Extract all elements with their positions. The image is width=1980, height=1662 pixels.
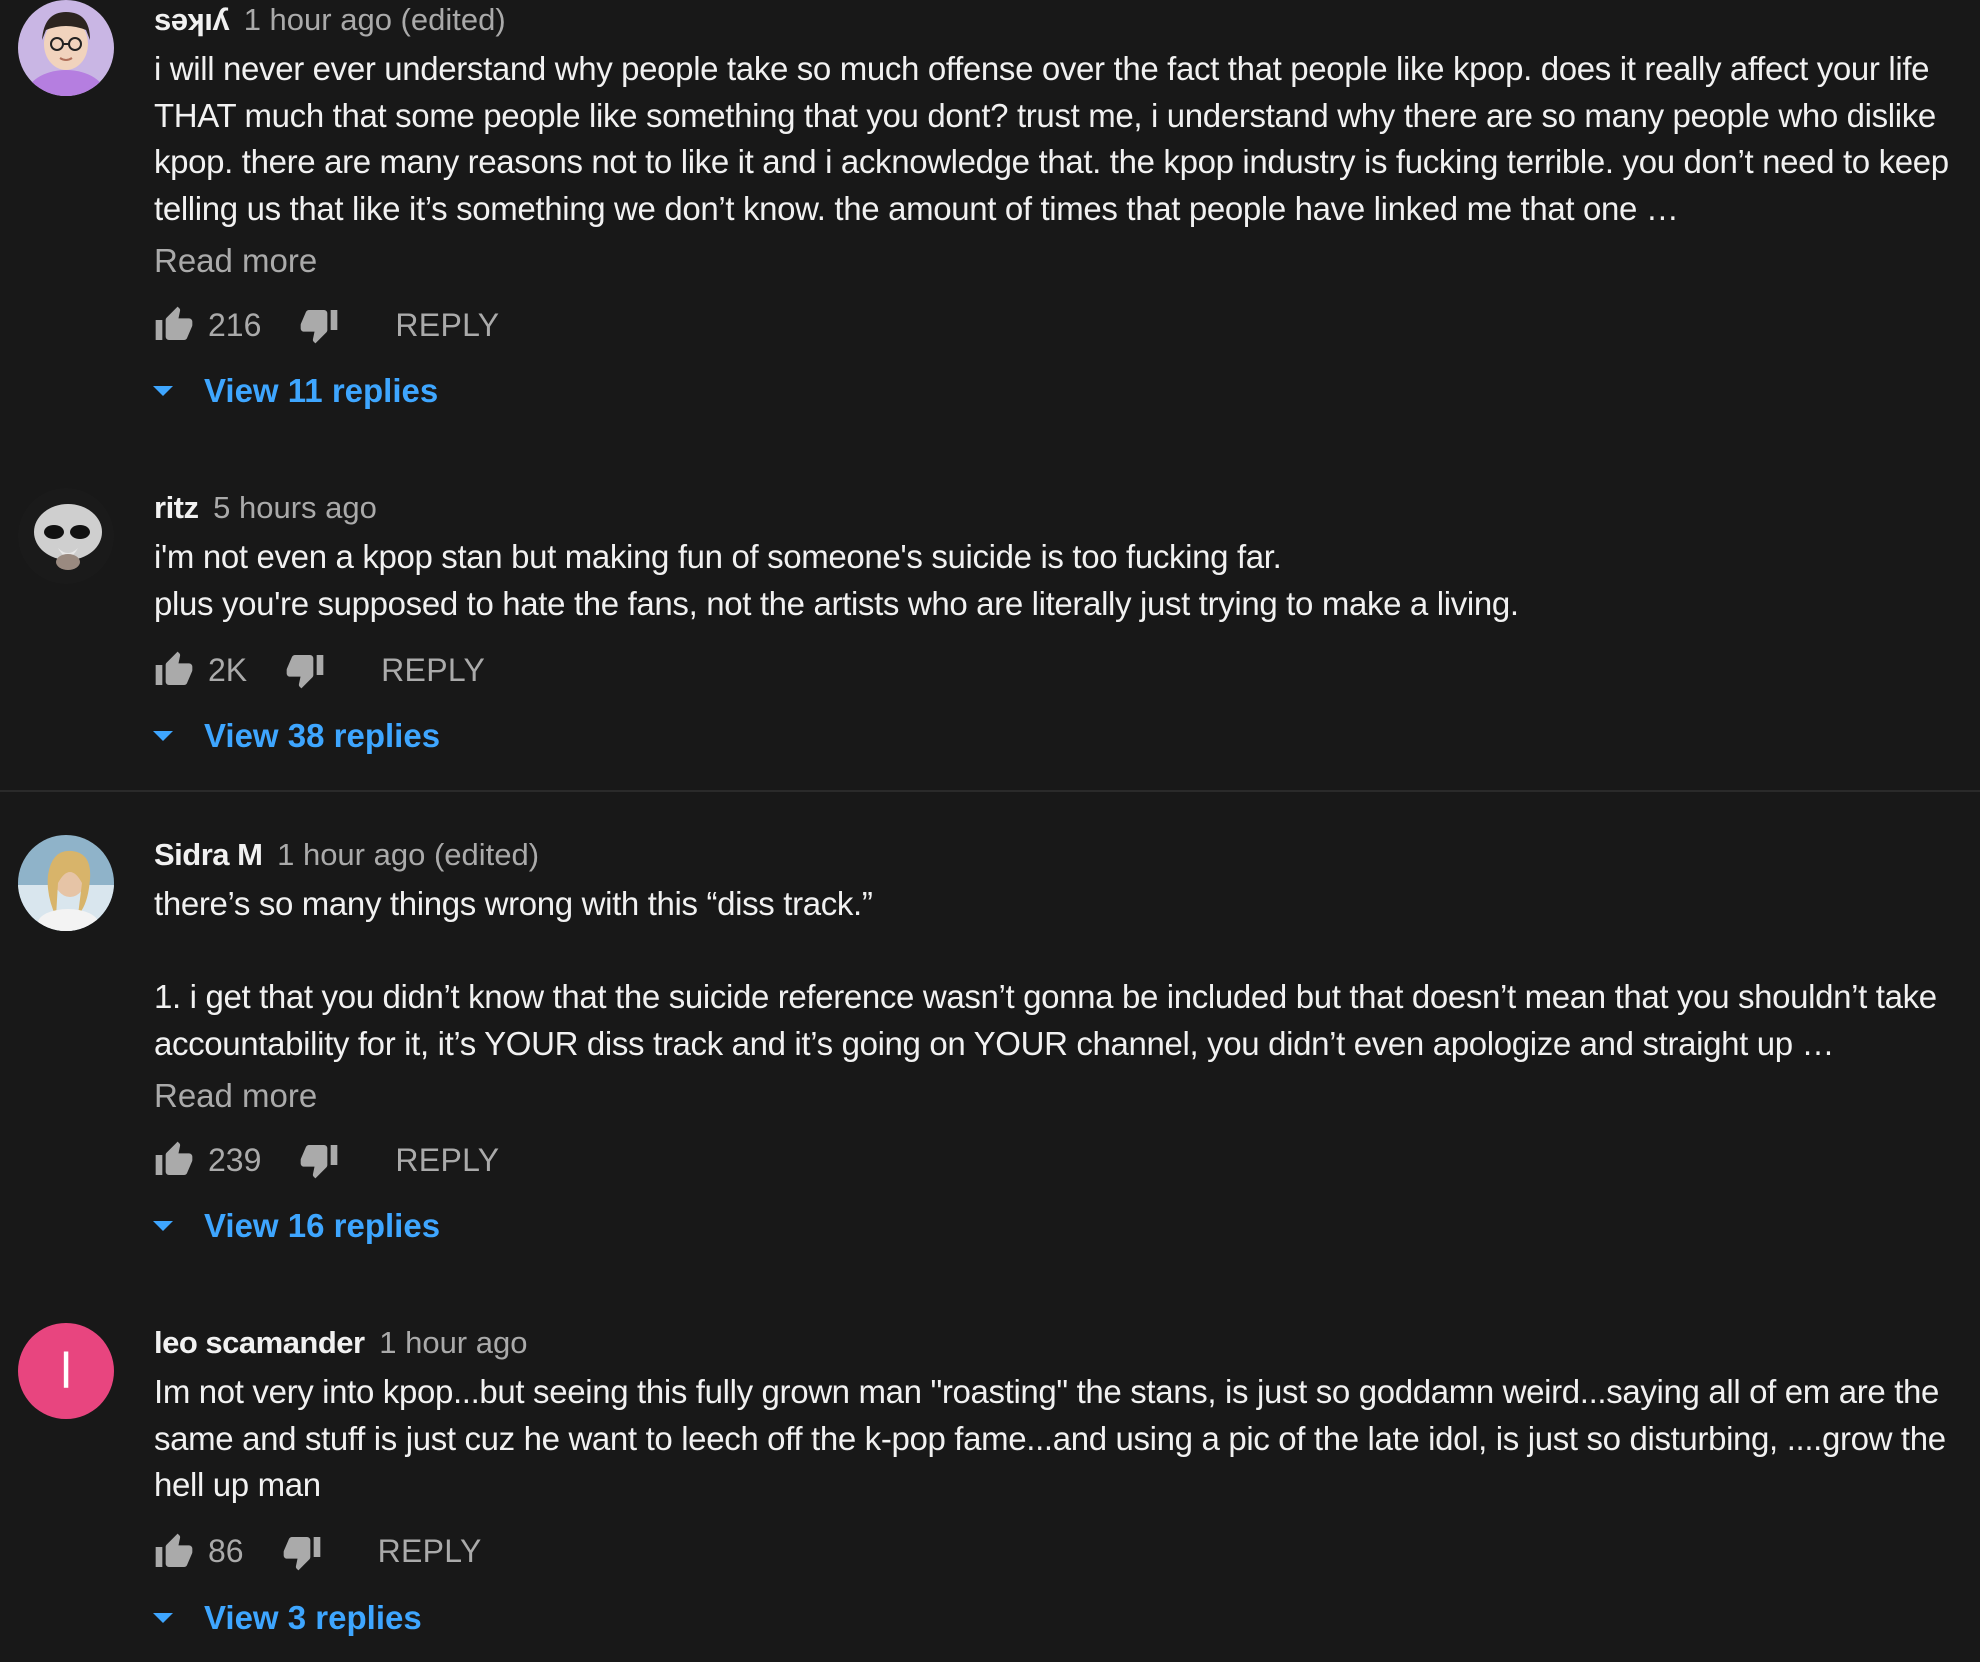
- view-replies-button[interactable]: View 3 replies: [148, 1593, 1970, 1643]
- like-count: 86: [208, 1533, 244, 1569]
- caret-down-icon: [148, 721, 178, 751]
- comment-text: Im not very into kpop...but seeing this …: [154, 1373, 1955, 1503]
- divider: [0, 790, 1980, 792]
- caret-down-icon: [148, 376, 178, 406]
- view-replies-label: View 16 replies: [204, 1207, 441, 1244]
- timestamp[interactable]: 1 hour ago (edited): [277, 837, 539, 872]
- view-replies-button[interactable]: View 16 replies: [148, 1201, 1970, 1251]
- thumb-down-icon[interactable]: [285, 650, 325, 690]
- like-count: 239: [208, 1141, 262, 1178]
- avatar[interactable]: l: [18, 1323, 114, 1419]
- comment-header: Sidra M 1 hour ago (edited): [154, 835, 1970, 875]
- author-name[interactable]: ritz: [154, 490, 199, 525]
- avatar[interactable]: [18, 0, 114, 96]
- comment-actions: 216 REPLY: [154, 300, 1970, 350]
- author-name[interactable]: leo scamander: [154, 1325, 365, 1360]
- thumb-up-icon[interactable]: [154, 650, 194, 690]
- reply-button[interactable]: REPLY: [395, 307, 499, 344]
- comment-header: leo scamander 1 hour ago: [154, 1323, 1970, 1363]
- author-name[interactable]: sǝʞıʎ: [154, 2, 230, 37]
- caret-down-icon: [148, 1603, 178, 1633]
- view-replies-button[interactable]: View 38 replies: [148, 711, 1970, 761]
- thumb-up-icon[interactable]: [154, 1532, 194, 1572]
- read-more-link[interactable]: Read more: [154, 238, 1970, 284]
- comment-actions: 239 REPLY: [154, 1135, 1970, 1185]
- like-count: 216: [208, 306, 262, 343]
- comment-header: ritz 5 hours ago: [154, 488, 1970, 528]
- read-more-link[interactable]: Read more: [154, 1073, 1970, 1119]
- thumb-down-icon[interactable]: [282, 1532, 322, 1572]
- timestamp[interactable]: 5 hours ago: [213, 490, 377, 525]
- reply-button[interactable]: REPLY: [395, 1142, 499, 1179]
- thumb-up-icon[interactable]: [154, 1140, 194, 1180]
- thumb-down-icon[interactable]: [299, 1140, 339, 1180]
- view-replies-button[interactable]: View 11 replies: [148, 366, 1970, 416]
- avatar-image: [18, 835, 114, 931]
- avatar-letter: l: [60, 1343, 72, 1399]
- timestamp[interactable]: 1 hour ago (edited): [244, 2, 506, 37]
- thumb-up-icon[interactable]: [154, 305, 194, 345]
- comment-text: i will never ever understand why people …: [154, 50, 1958, 227]
- comment-text: there’s so many things wrong with this “…: [154, 885, 1937, 1062]
- comment-text: i'm not even a kpop stan but making fun …: [154, 538, 1519, 622]
- timestamp[interactable]: 1 hour ago: [379, 1325, 527, 1360]
- thumb-down-icon[interactable]: [299, 305, 339, 345]
- avatar[interactable]: [18, 488, 114, 584]
- comment-header: sǝʞıʎ 1 hour ago (edited): [154, 0, 1970, 40]
- author-name[interactable]: Sidra M: [154, 837, 263, 872]
- avatar[interactable]: [18, 835, 114, 931]
- avatar-image: [18, 0, 114, 96]
- avatar-image: [18, 488, 114, 584]
- comment-actions: 2K REPLY: [154, 645, 1970, 695]
- like-count: 2K: [208, 651, 248, 688]
- view-replies-label: View 3 replies: [204, 1598, 422, 1636]
- reply-button[interactable]: REPLY: [381, 652, 485, 689]
- view-replies-label: View 11 replies: [204, 372, 439, 409]
- caret-down-icon: [148, 1211, 178, 1241]
- reply-button[interactable]: REPLY: [378, 1533, 482, 1570]
- view-replies-label: View 38 replies: [204, 717, 441, 754]
- comment-actions: 86 REPLY: [154, 1527, 1970, 1577]
